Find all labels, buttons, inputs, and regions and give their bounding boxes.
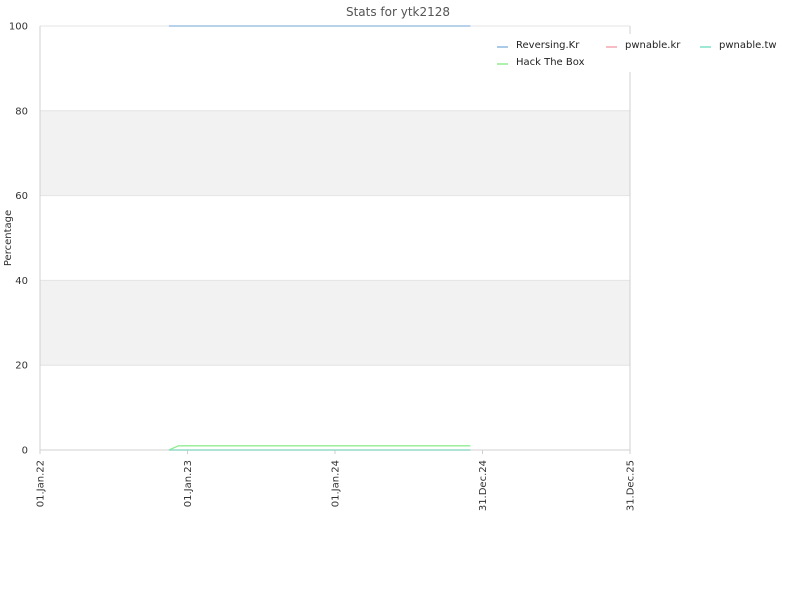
stats-chart: 0 20 40 60 80 100 01.Jan.22 01.Jan.23 01.Jan.24… [3,5,786,511]
grid-lines [39,25,631,454]
legend-label: Reversing.Kr [516,40,580,51]
x-tick-label: 31.Dec.24 [478,460,489,511]
x-tick-label: 01.Jan.23 [183,460,194,507]
series-lines [168,25,471,451]
y-axis-label: Percentage [3,210,14,266]
y-tick-label: 20 [15,361,28,372]
legend-label: Hack The Box [516,57,585,68]
grid-band [40,280,630,366]
x-tick-label: 01.Jan.24 [331,460,342,507]
y-tick-label: 60 [15,191,28,202]
legend: Reversing.Kr pwnable.kr pwnable.tw Hack The… [486,34,786,72]
grid-bands [40,110,630,366]
y-tick-label: 40 [15,276,28,287]
chart-title: Stats for ytk2128 [346,5,450,19]
axes [39,26,631,451]
grid-band [40,110,630,196]
legend-label: pwnable.tw [719,40,777,51]
y-tick-label: 100 [9,22,28,33]
x-tick-label: 01.Jan.22 [36,460,47,507]
x-tick-labels: 01.Jan.22 01.Jan.23 01.Jan.24 31.Dec.24 31.D… [36,460,637,511]
y-tick-label: 0 [22,446,28,457]
y-tick-label: 80 [15,106,28,117]
x-tick-label: 31.Dec.25 [626,460,637,511]
legend-label: pwnable.kr [625,40,681,51]
